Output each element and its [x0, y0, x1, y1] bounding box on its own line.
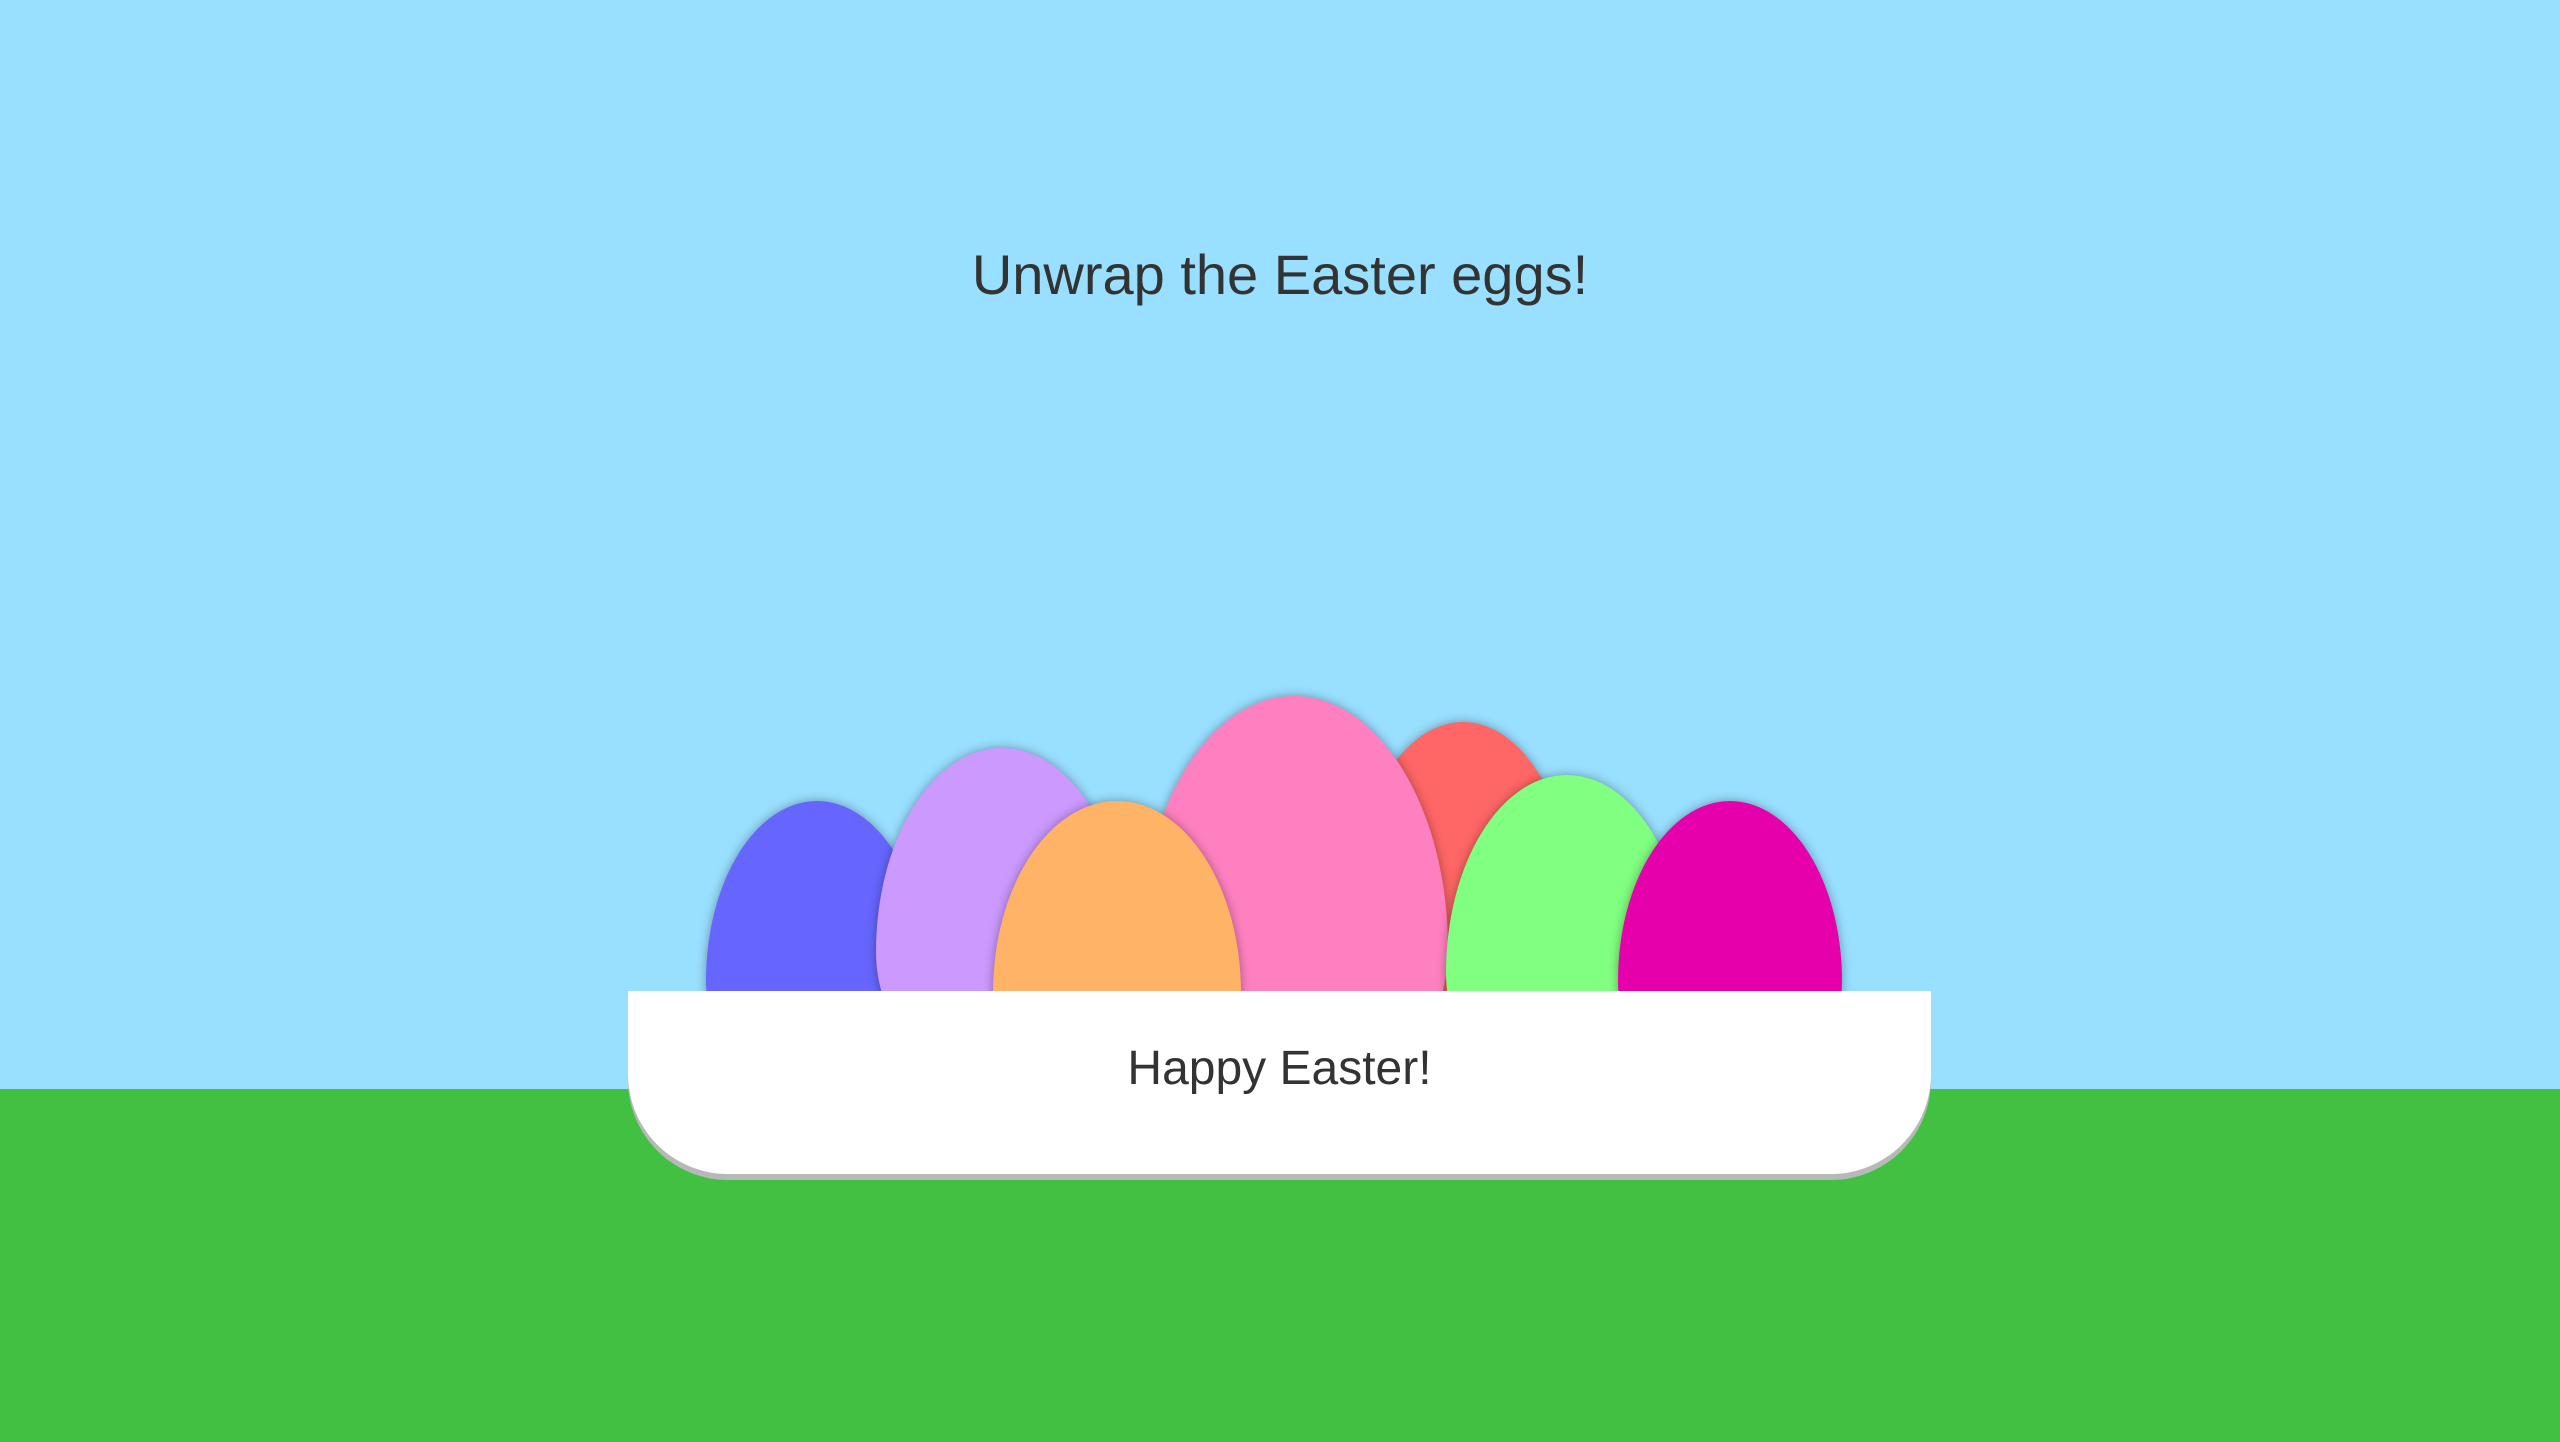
page-title: Unwrap the Easter eggs! [971, 243, 1589, 306]
basket: Happy Easter! [628, 991, 1931, 1174]
basket-message: Happy Easter! [1127, 1042, 1432, 1095]
